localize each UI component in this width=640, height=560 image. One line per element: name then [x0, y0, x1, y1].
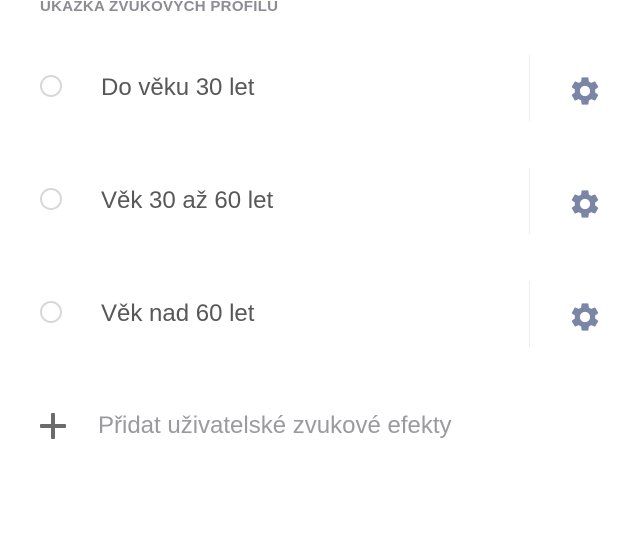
section-header: UKÁZKA ZVUKOVÝCH PROFILŮ [40, 0, 279, 15]
row-divider [529, 55, 530, 121]
profile-select-area[interactable]: Věk nad 60 let [0, 280, 528, 348]
profile-row-over-60: Věk nad 60 let [0, 280, 640, 348]
profile-settings-button[interactable] [564, 184, 606, 226]
profile-label: Věk 30 až 60 let [101, 187, 274, 214]
profile-settings-button[interactable] [564, 297, 606, 339]
add-custom-effects-button[interactable]: Přidat uživatelské zvukové efekty [0, 392, 640, 460]
profile-label: Věk nad 60 let [101, 300, 255, 327]
gear-icon [571, 77, 599, 105]
profile-row-30-to-60: Věk 30 až 60 let [0, 167, 640, 235]
gear-icon [571, 303, 599, 331]
profile-label: Do věku 30 let [101, 74, 255, 101]
gear-icon [571, 190, 599, 218]
row-divider [529, 168, 530, 234]
row-divider [529, 281, 530, 347]
profile-select-area[interactable]: Do věku 30 let [0, 54, 528, 122]
profile-select-area[interactable]: Věk 30 až 60 let [0, 167, 528, 235]
plus-icon [40, 413, 66, 439]
radio-button[interactable] [40, 75, 62, 97]
radio-button[interactable] [40, 188, 62, 210]
add-custom-effects-label: Přidat uživatelské zvukové efekty [98, 412, 452, 439]
profile-settings-button[interactable] [564, 71, 606, 113]
radio-button[interactable] [40, 301, 62, 323]
profile-row-under-30: Do věku 30 let [0, 54, 640, 122]
sound-profiles-screen: UKÁZKA ZVUKOVÝCH PROFILŮ Do věku 30 let … [0, 0, 640, 560]
